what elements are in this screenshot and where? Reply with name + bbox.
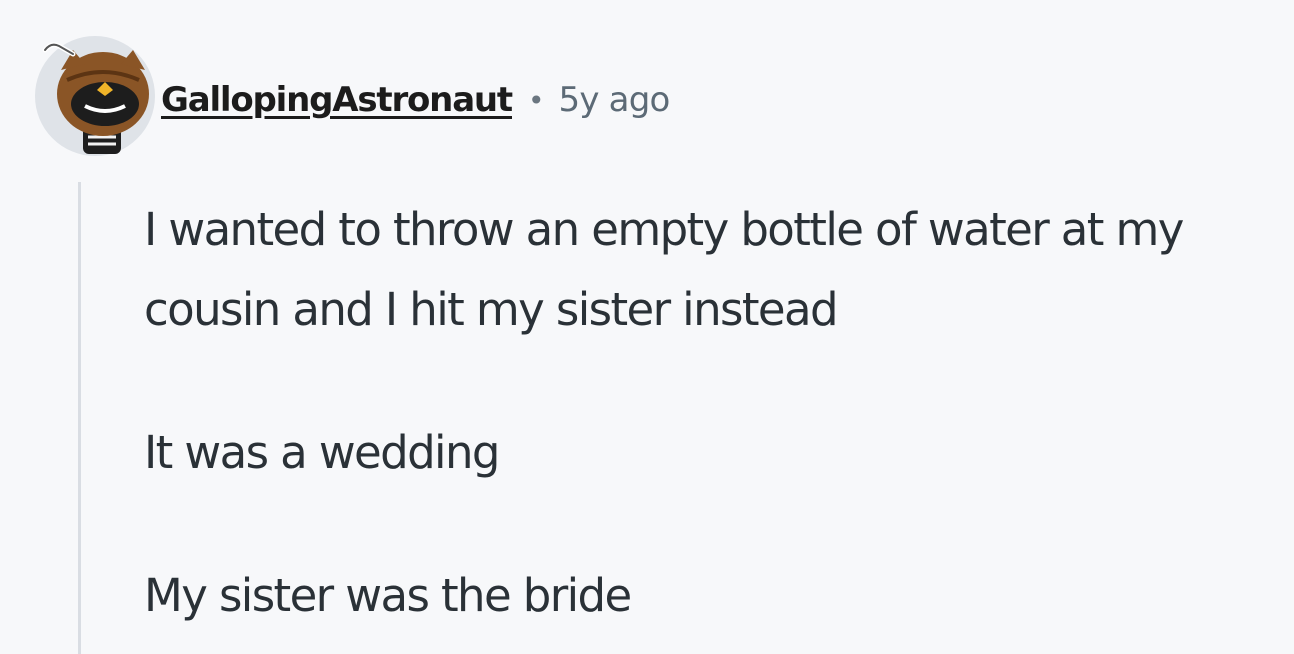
comment-meta: GallopingAstronaut • 5y ago <box>161 74 670 126</box>
comment-paragraph: My sister was the bride <box>144 569 632 622</box>
owl-avatar-icon <box>35 36 155 156</box>
comment-paragraph: It was a wedding <box>144 426 500 479</box>
user-avatar[interactable] <box>33 30 157 158</box>
username-link[interactable]: GallopingAstronaut <box>161 80 513 120</box>
comment: GallopingAstronaut • 5y ago I wanted to … <box>0 0 1294 654</box>
comment-paragraph: I wanted to throw an empty bottle of wat… <box>144 203 1184 336</box>
meta-separator: • <box>528 83 545 117</box>
comment-body: I wanted to throw an empty bottle of wat… <box>144 190 1284 636</box>
thread-line[interactable] <box>78 182 81 654</box>
comment-timestamp[interactable]: 5y ago <box>559 80 671 120</box>
